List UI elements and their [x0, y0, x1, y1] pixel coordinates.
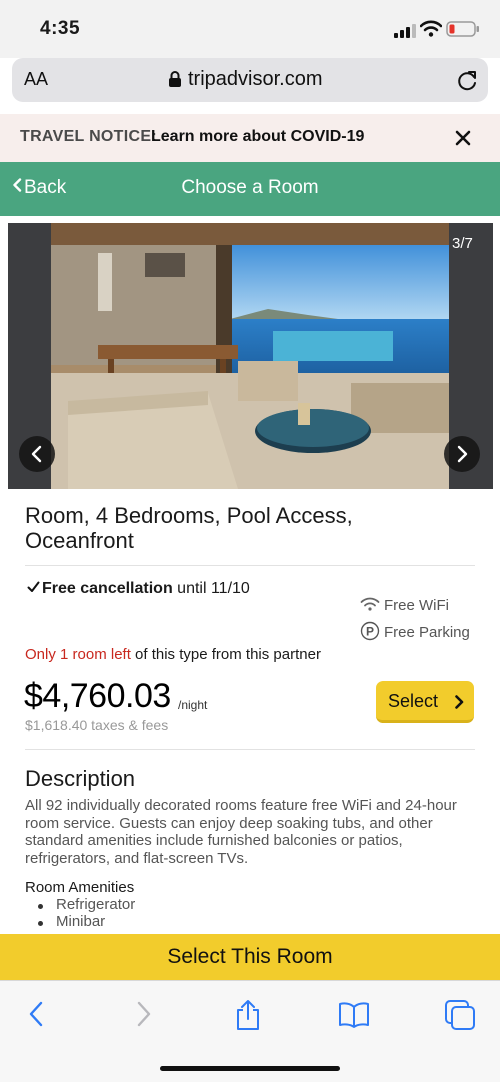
description-text: All 92 individually decorated rooms feat… — [25, 797, 457, 867]
checkmark-icon — [27, 581, 40, 592]
chevron-right-icon — [457, 445, 468, 463]
wifi-icon — [420, 20, 442, 37]
wifi-icon — [360, 597, 380, 611]
tabs-icon[interactable] — [444, 999, 476, 1031]
status-bar: 4:35 — [0, 0, 500, 58]
address-bar[interactable]: AA tripadvisor.com — [12, 58, 488, 102]
amenity-wifi: Free WiFi — [360, 597, 449, 614]
amenity-wifi-label: Free WiFi — [384, 597, 449, 614]
description-heading: Description — [25, 766, 136, 791]
url-domain[interactable]: tripadvisor.com — [188, 68, 323, 91]
amenity-parking-label: Free Parking — [384, 624, 470, 641]
bullet — [38, 904, 43, 909]
cta-label: Select This Room — [167, 945, 333, 968]
divider — [25, 749, 475, 750]
room-photo — [8, 223, 493, 489]
home-indicator — [160, 1066, 340, 1071]
next-photo-button[interactable] — [444, 436, 480, 472]
parking-icon: P — [360, 621, 380, 641]
bullet — [38, 921, 43, 926]
select-label: Select — [388, 691, 439, 711]
travel-notice-banner: TRAVEL NOTICE: Learn more about COVID-19 — [0, 114, 500, 162]
battery-icon — [446, 21, 479, 37]
amenity-parking: P Free Parking — [360, 621, 470, 641]
bookmarks-icon[interactable] — [338, 999, 370, 1029]
cancellation-rest: until 11/10 — [172, 580, 250, 597]
close-icon[interactable] — [453, 128, 473, 148]
amenity-item: Refrigerator — [56, 896, 136, 913]
rooms-left-alert: Only 1 room left — [25, 646, 131, 663]
reload-icon[interactable] — [456, 68, 478, 92]
back-icon[interactable] — [26, 999, 48, 1029]
page-header: Back Choose a Room — [0, 162, 500, 216]
text-size-button[interactable]: AA — [24, 69, 48, 90]
cancellation-bold: Free cancellation — [42, 580, 173, 597]
text-size-label: AA — [24, 69, 49, 89]
forward-icon[interactable] — [132, 999, 154, 1029]
divider — [25, 565, 475, 566]
chevron-right-icon — [455, 695, 464, 709]
svg-text:P: P — [366, 625, 374, 639]
cancellation-policy: Free cancellation until 11/10 — [27, 580, 250, 598]
chevron-left-icon — [31, 445, 42, 463]
room-photo-gallery[interactable] — [8, 223, 493, 489]
page-title: Choose a Room — [181, 177, 319, 198]
prev-photo-button[interactable] — [19, 436, 55, 472]
share-icon[interactable] — [234, 999, 262, 1031]
availability-note: Only 1 room left of this type from this … — [25, 646, 321, 663]
notice-label: TRAVEL NOTICE: — [20, 128, 157, 145]
amenity-item: Minibar — [56, 913, 106, 930]
lock-icon — [169, 71, 181, 87]
room-title: Room, 4 Bedrooms, Pool Access, Oceanfron… — [25, 503, 353, 553]
signal-icon — [394, 24, 416, 38]
select-button[interactable]: Select — [376, 681, 474, 723]
price: $4,760.03 — [24, 677, 171, 715]
room-amenities-heading: Room Amenities — [25, 879, 135, 896]
status-time: 4:35 — [40, 18, 81, 39]
photo-counter: 3/7 — [452, 235, 473, 252]
select-this-room-button[interactable]: Select This Room — [0, 934, 500, 980]
covid-info-link[interactable]: Learn more about COVID-19 — [151, 128, 364, 146]
taxes-fees: $1,618.40 taxes & fees — [25, 717, 169, 733]
rooms-left-rest: of this type from this partner — [130, 646, 321, 663]
per-night-label: /night — [178, 698, 208, 712]
